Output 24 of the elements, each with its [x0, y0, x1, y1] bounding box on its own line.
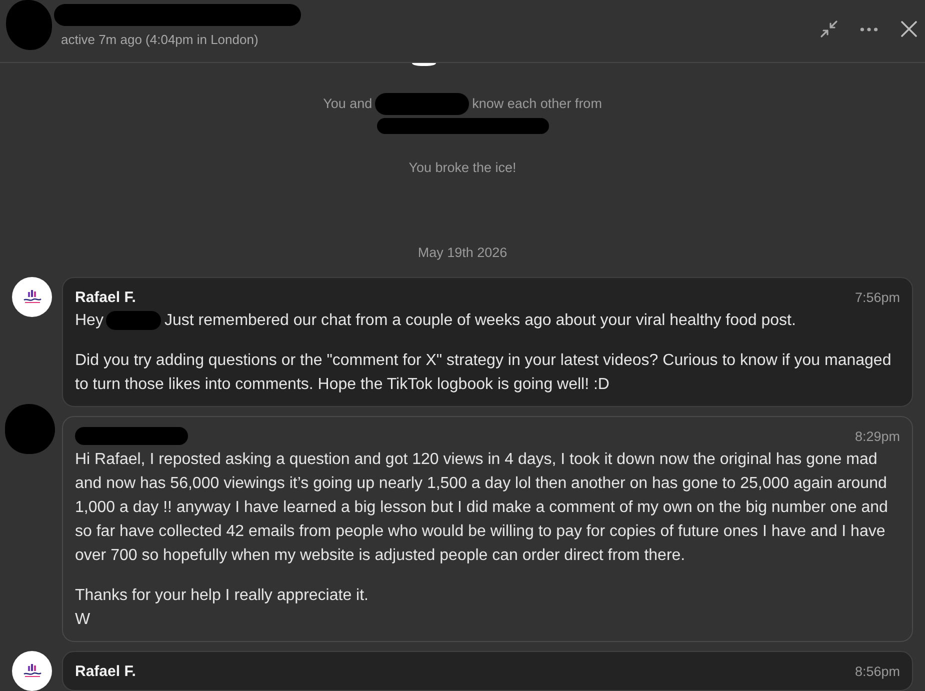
- notice-text: You and: [323, 95, 372, 114]
- collapse-icon[interactable]: [820, 20, 838, 38]
- message-text: Hey: [75, 312, 104, 329]
- date-divider: May 19th 2026: [418, 244, 508, 262]
- redaction-mark: [5, 404, 55, 454]
- close-icon[interactable]: [901, 21, 917, 37]
- logo-avatar-icon: [12, 277, 52, 317]
- sender-name: Rafael F.: [75, 662, 136, 680]
- message-text: Thanks for your help I really appreciate it. W: [75, 587, 368, 628]
- status-text: active 7m ago (4:04pm in London): [61, 31, 260, 49]
- message-time: 7:56pm: [854, 290, 900, 304]
- message-text: Just remembered our chat from a couple of weeks ago about your viral healthy food post.: [164, 312, 796, 329]
- notice-text: know each other from: [472, 95, 602, 114]
- redaction-mark: [6, 0, 52, 50]
- redaction-mark: [106, 311, 162, 330]
- logo-avatar-icon: [12, 651, 52, 691]
- message-text: Hi Rafael, I reposted asking a question and got 120 views in 4 days, I took it down now the original has gone mad and now has 56,000 viewings it’s going up nearly 1,500 a day lol then another on has gone to 25,000 again around 1,000 a day !! anyway I have learned a big lesson but I did make a comment of my own on the big number one and so far have collected 42 emails from people who would be willing to pay for copies of future ones I have and I have over 700 so hopefully when my website is adjusted people can order direct from there.: [75, 451, 888, 564]
- more-icon[interactable]: [860, 26, 878, 32]
- avatar-edge: [412, 63, 436, 66]
- notice-text: You broke the ice!: [408, 159, 516, 177]
- message-time: 8:29pm: [854, 428, 900, 444]
- message-time: 8:56pm: [854, 664, 900, 678]
- message-text: Did you try adding questions or the "comment for X" strategy in your latest videos? Curious to know if you managed to turn those likes into comments. Hope the TikTok logbook is going well! :D: [75, 352, 892, 393]
- sender-name: Rafael F.: [75, 288, 136, 306]
